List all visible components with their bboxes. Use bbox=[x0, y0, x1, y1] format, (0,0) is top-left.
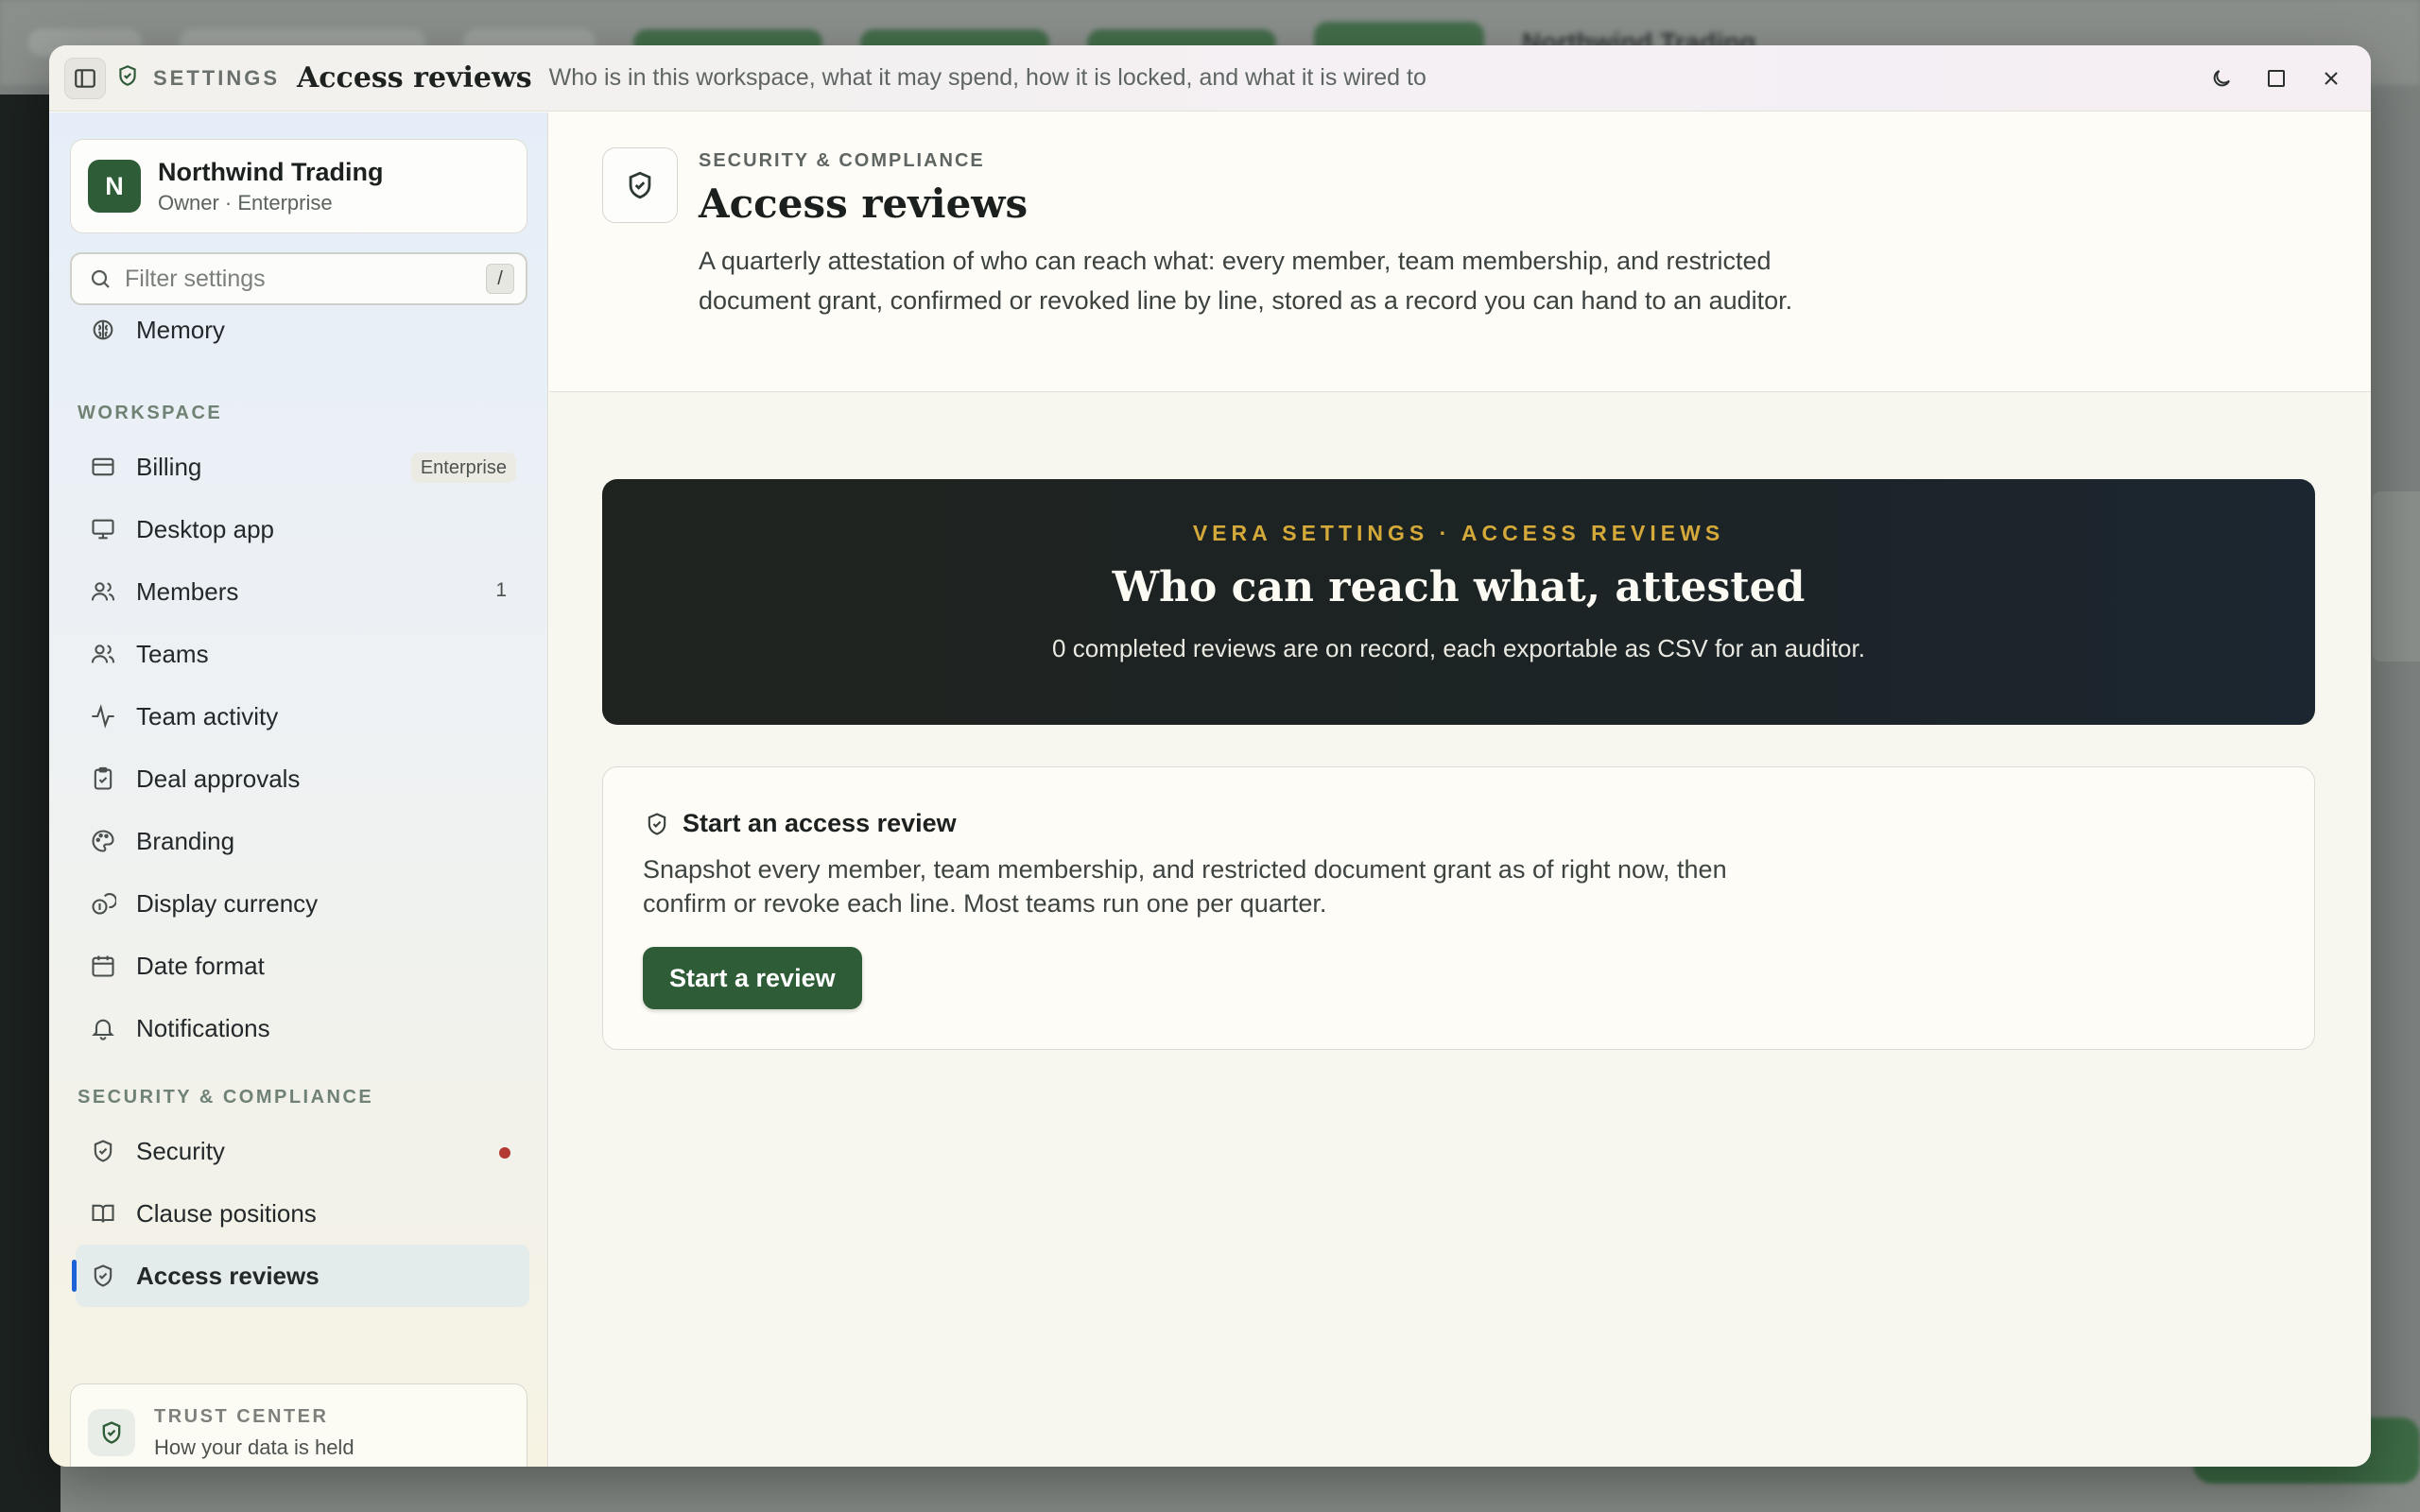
shield-icon bbox=[89, 1137, 117, 1165]
sidebar-item-label: Branding bbox=[136, 826, 235, 855]
start-review-card: Start an access review Snapshot every me… bbox=[602, 766, 2315, 1050]
sidebar-item-access-reviews[interactable]: Access reviews bbox=[72, 1245, 529, 1307]
page-description: A quarterly attestation of who can reach… bbox=[699, 247, 1793, 315]
users-icon bbox=[89, 640, 117, 668]
sidebar-toggle-icon bbox=[75, 68, 95, 88]
sidebar-item-label: Deal approvals bbox=[136, 764, 301, 793]
sidebar-item-branding[interactable]: Branding bbox=[76, 810, 529, 872]
sidebar-item-members[interactable]: Members 1 bbox=[76, 560, 529, 623]
page-header: SECURITY & COMPLIANCE Access reviews A q… bbox=[549, 112, 2371, 392]
sidebar-item-teams[interactable]: Teams bbox=[76, 623, 529, 685]
members-count-badge: 1 bbox=[495, 579, 507, 601]
sidebar-item-deal-approvals[interactable]: Deal approvals bbox=[76, 747, 529, 810]
maximize-icon bbox=[2268, 70, 2285, 87]
card-description: Snapshot every member, team membership, … bbox=[643, 855, 1727, 918]
bell-icon bbox=[89, 1014, 117, 1042]
sidebar-item-memory[interactable]: Memory bbox=[76, 305, 529, 354]
sidebar-item-label: Billing bbox=[136, 452, 202, 481]
calendar-icon bbox=[89, 952, 117, 980]
settings-sidebar: N Northwind Trading Owner · Enterprise /… bbox=[49, 112, 548, 1467]
plan-badge: Enterprise bbox=[410, 453, 516, 483]
filter-settings-input[interactable] bbox=[125, 265, 465, 293]
sidebar-item-label: Team activity bbox=[136, 701, 279, 730]
shield-check-icon bbox=[89, 1262, 117, 1290]
credit-card-icon bbox=[89, 453, 117, 481]
start-review-button[interactable]: Start a review bbox=[643, 947, 862, 1009]
settings-main: SECURITY & COMPLIANCE Access reviews A q… bbox=[549, 112, 2371, 1467]
users-icon bbox=[89, 577, 117, 606]
palette-icon bbox=[89, 827, 117, 855]
sidebar-item-label: Date format bbox=[136, 951, 265, 980]
org-switcher[interactable]: N Northwind Trading Owner · Enterprise bbox=[70, 139, 527, 233]
background-right-panel bbox=[2373, 491, 2420, 662]
page-eyebrow: SECURITY & COMPLIANCE bbox=[699, 150, 985, 171]
sidebar-item-billing[interactable]: Billing Enterprise bbox=[76, 436, 529, 498]
close-icon bbox=[2325, 72, 2338, 85]
sidebar-item-display-currency[interactable]: Display currency bbox=[76, 872, 529, 935]
sidebar-toggle-button[interactable] bbox=[64, 57, 106, 99]
window-controls bbox=[2201, 58, 2352, 99]
sidebar-item-security[interactable]: Security bbox=[76, 1120, 529, 1182]
clipboard-check-icon bbox=[89, 765, 117, 793]
sidebar-item-desktop-app[interactable]: Desktop app bbox=[76, 498, 529, 560]
trust-center-subtitle: How your data is held bbox=[154, 1435, 354, 1459]
page-title: Access reviews bbox=[699, 180, 1028, 227]
close-button[interactable] bbox=[2310, 58, 2352, 99]
card-title: Start an access review bbox=[683, 809, 957, 837]
search-icon bbox=[91, 269, 110, 288]
maximize-button[interactable] bbox=[2256, 58, 2297, 99]
hero-subtitle: 0 completed reviews are on record, each … bbox=[1052, 634, 1865, 662]
settings-modal: SETTINGS Access reviews Who is in this w… bbox=[49, 45, 2371, 1467]
sidebar-item-label: Clause positions bbox=[136, 1198, 317, 1228]
settings-nav: Memory WORKSPACE Billing Enterprise Desk… bbox=[72, 305, 529, 1307]
sidebar-item-label: Memory bbox=[136, 315, 225, 344]
nav-section-workspace: WORKSPACE bbox=[78, 403, 223, 423]
titlebar-section: SETTINGS bbox=[153, 65, 281, 90]
titlebar-subtitle: Who is in this workspace, what it may sp… bbox=[548, 64, 1426, 91]
brain-icon bbox=[89, 316, 117, 344]
sidebar-item-label: Security bbox=[136, 1136, 225, 1165]
book-open-icon bbox=[89, 1199, 117, 1228]
sidebar-item-label: Teams bbox=[136, 639, 209, 668]
shield-check-icon bbox=[115, 63, 140, 93]
sidebar-item-label: Display currency bbox=[136, 888, 319, 918]
monitor-icon bbox=[89, 515, 117, 543]
trust-center-title: TRUST CENTER bbox=[154, 1405, 329, 1427]
titlebar-title: Access reviews bbox=[297, 61, 532, 94]
shield-check-icon bbox=[602, 147, 678, 223]
coins-icon bbox=[89, 889, 117, 918]
theme-toggle-button[interactable] bbox=[2201, 58, 2242, 99]
filter-settings-field: / bbox=[70, 252, 527, 305]
shield-check-icon bbox=[88, 1409, 135, 1456]
sidebar-item-label: Members bbox=[136, 576, 239, 606]
moon-icon bbox=[2213, 70, 2230, 87]
activity-icon bbox=[89, 702, 117, 730]
shield-check-icon bbox=[643, 810, 671, 838]
filter-shortcut-key: / bbox=[486, 264, 514, 294]
sidebar-item-label: Access reviews bbox=[136, 1261, 320, 1290]
avatar: N bbox=[88, 160, 141, 213]
sidebar-item-notifications[interactable]: Notifications bbox=[76, 997, 529, 1059]
trust-center-link[interactable]: TRUST CENTER How your data is held bbox=[70, 1383, 527, 1467]
nav-section-security-compliance: SECURITY & COMPLIANCE bbox=[78, 1087, 374, 1108]
sidebar-item-clause-positions[interactable]: Clause positions bbox=[76, 1182, 529, 1245]
titlebar: SETTINGS Access reviews Who is in this w… bbox=[49, 45, 2371, 112]
sidebar-item-label: Notifications bbox=[136, 1013, 270, 1042]
sidebar-item-team-activity[interactable]: Team activity bbox=[76, 685, 529, 747]
hero-banner: VERA SETTINGS · ACCESS REVIEWS Who can r… bbox=[602, 479, 2315, 725]
org-name: Northwind Trading bbox=[158, 157, 384, 186]
sidebar-item-label: Desktop app bbox=[136, 514, 274, 543]
hero-title: Who can reach what, attested bbox=[1112, 563, 1806, 611]
hero-eyebrow: VERA SETTINGS · ACCESS REVIEWS bbox=[1192, 521, 1725, 545]
security-alert-dot bbox=[499, 1147, 510, 1159]
org-role: Owner · Enterprise bbox=[158, 190, 333, 215]
sidebar-item-date-format[interactable]: Date format bbox=[76, 935, 529, 997]
